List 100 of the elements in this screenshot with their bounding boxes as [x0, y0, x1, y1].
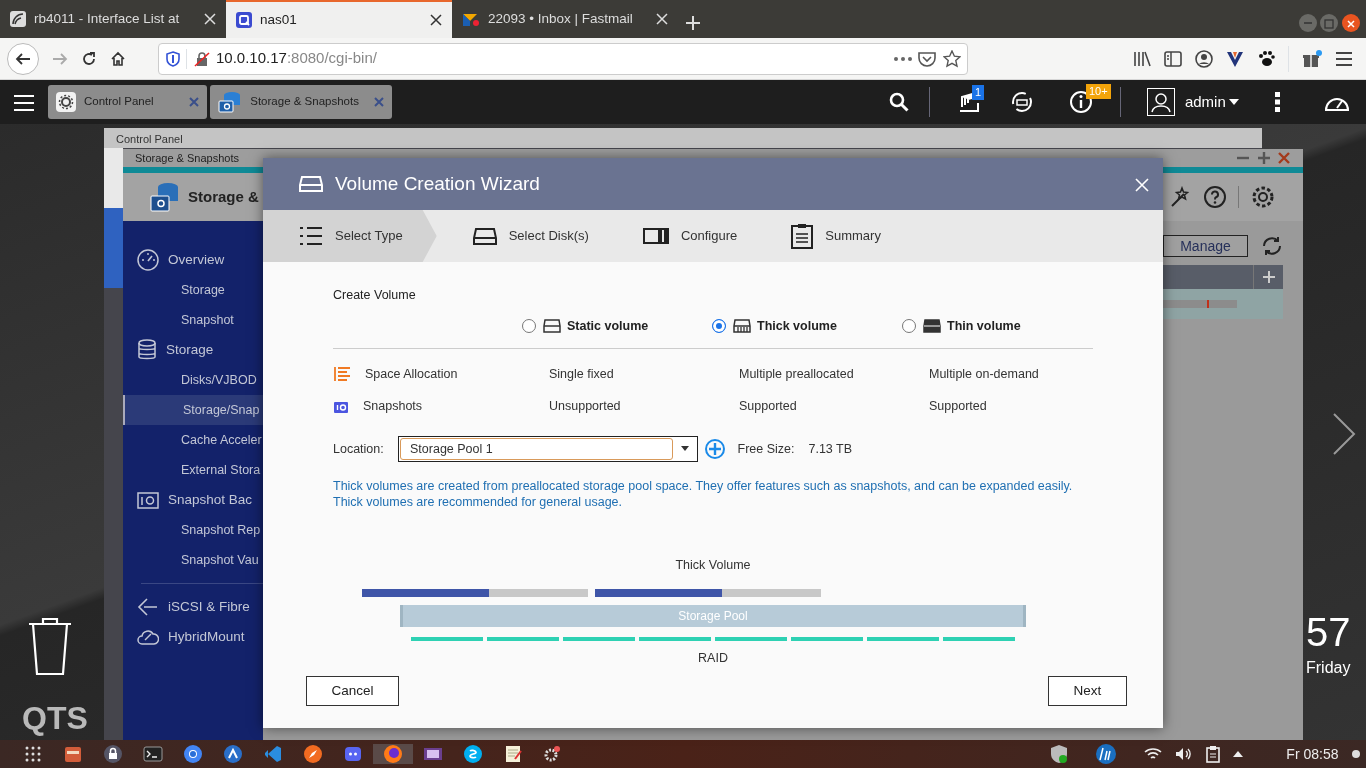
chat-icon[interactable] — [343, 744, 363, 764]
extension-logo-icon[interactable] — [1226, 49, 1244, 68]
sidebar-icon[interactable] — [1164, 50, 1182, 67]
lock-icon[interactable] — [103, 744, 123, 764]
sidebar-section[interactable]: iSCSI & Fibre — [123, 592, 263, 622]
remote-desktop-icon[interactable] — [223, 744, 243, 764]
settings-icon[interactable] — [1251, 185, 1275, 209]
sidebar-item[interactable]: Storage — [123, 275, 263, 305]
help-icon[interactable] — [1204, 186, 1226, 208]
feature-label: Snapshots — [363, 398, 423, 416]
magic-wand-icon[interactable] — [1170, 186, 1192, 208]
list-icon — [333, 365, 351, 382]
browser-tab[interactable]: rb4011 - Interface List at — [0, 0, 226, 38]
search-icon[interactable] — [888, 92, 909, 113]
caret-icon — [1229, 99, 1239, 105]
app-logo-icon — [236, 12, 252, 28]
sidebar-item[interactable]: Disks/VJBOD — [123, 365, 263, 395]
account-icon[interactable] — [1195, 49, 1213, 68]
library-icon[interactable] — [1133, 50, 1151, 67]
count-badge: 10+ — [1085, 84, 1111, 99]
panel-strip — [104, 148, 123, 208]
minimize-icon — [1304, 21, 1312, 24]
user-icon[interactable] — [1146, 88, 1175, 116]
sidebar-item[interactable]: Snapshot — [123, 305, 263, 335]
wifi-icon[interactable] — [1144, 747, 1163, 761]
app-tab[interactable]: Storage & Snapshots — [210, 85, 393, 119]
star-icon[interactable] — [942, 49, 961, 68]
power-dot-icon[interactable] — [1351, 750, 1360, 758]
code-editor-icon[interactable] — [263, 744, 283, 764]
more-icon[interactable] — [1275, 92, 1280, 113]
free-size-value: 7.13 TB — [808, 440, 853, 458]
call-icon[interactable] — [463, 744, 483, 764]
browser-icon[interactable] — [183, 744, 203, 764]
next-button[interactable]: Next — [1048, 676, 1127, 706]
sidebar-item[interactable]: External Stora — [123, 455, 263, 485]
sidebar-section[interactable]: HybridMount — [123, 622, 263, 652]
sidebar-section[interactable]: Overview — [123, 245, 263, 275]
apps-grid-icon[interactable] — [23, 744, 43, 764]
location-dropdown[interactable]: Storage Pool 1 — [398, 436, 698, 462]
user-menu[interactable]: admin — [1184, 90, 1239, 114]
radio-button[interactable] — [522, 319, 536, 334]
clipboard-icon[interactable] — [1206, 745, 1221, 763]
app-title: Storage & — [188, 186, 259, 207]
archive-icon[interactable] — [63, 744, 83, 764]
pocket-icon[interactable] — [918, 50, 936, 67]
radio-button[interactable] — [902, 319, 916, 334]
browser-tab[interactable]: 22093 • Inbox | Fastmail — [452, 0, 678, 38]
info-icon[interactable] — [1069, 91, 1092, 113]
sidebar-item[interactable]: Cache Acceler — [123, 425, 263, 455]
app-tab[interactable]: Control Panel — [48, 85, 207, 119]
feature-value: Supported — [739, 398, 798, 416]
cancel-button[interactable]: Cancel — [306, 676, 399, 706]
paw-icon[interactable] — [1257, 49, 1275, 68]
address-bar[interactable]: 10.0.10.17:8080/cgi-bin/ — [158, 42, 968, 75]
radio-label[interactable]: Static volume — [567, 316, 649, 336]
maximize-icon[interactable] — [1256, 151, 1271, 165]
terminal-icon[interactable] — [143, 744, 163, 764]
caret-up-icon[interactable] — [1233, 751, 1244, 757]
close-icon[interactable] — [430, 14, 442, 26]
radio-label[interactable]: Thick volume — [757, 316, 837, 336]
browser-tab[interactable]: nas01 — [226, 0, 452, 38]
add-icon[interactable] — [704, 439, 725, 459]
radio-button[interactable] — [712, 319, 726, 334]
sidebar-section[interactable]: Storage — [123, 335, 263, 365]
plus-icon[interactable] — [684, 14, 701, 31]
feature-value: Multiple on-demand — [929, 365, 1040, 383]
database-icon — [137, 339, 157, 361]
wizard-step: Select Disk(s) — [436, 210, 607, 262]
feature-label: Space Allocation — [365, 365, 458, 383]
printer-logo-icon[interactable] — [1095, 743, 1118, 765]
notepad-icon[interactable] — [503, 744, 523, 764]
menu-icon[interactable] — [1335, 51, 1353, 66]
envelope-icon — [462, 11, 480, 27]
trash-icon[interactable] — [27, 616, 73, 676]
clipboard-icon — [791, 223, 814, 249]
section-heading: Create Volume — [333, 287, 417, 304]
sidebar-item[interactable]: Storage/Snap — [123, 395, 263, 425]
compass-icon[interactable] — [303, 744, 323, 764]
radio-label[interactable]: Thin volume — [947, 316, 1021, 336]
shield-icon[interactable] — [1050, 744, 1069, 764]
sidebar-item[interactable]: Snapshot Rep — [123, 515, 263, 545]
reload-icon[interactable] — [80, 50, 97, 67]
volume-icon[interactable] — [1175, 747, 1194, 761]
sidebar-section[interactable]: Snapshot Bac — [123, 485, 263, 515]
gears-icon[interactable] — [543, 744, 563, 764]
hard-drive-icon — [732, 318, 751, 335]
feature-value: Unsupported — [549, 398, 622, 416]
manage-button[interactable]: Manage — [1163, 235, 1248, 257]
home-icon[interactable] — [109, 50, 126, 67]
clock[interactable]: Fr 08:58 — [1286, 743, 1339, 765]
back-button[interactable] — [6, 42, 39, 75]
sidebar-item[interactable]: Snapshot Vau — [123, 545, 263, 575]
sync-icon[interactable] — [1009, 90, 1034, 114]
gift-icon[interactable] — [1302, 49, 1322, 68]
plus-icon[interactable] — [1261, 270, 1276, 284]
refresh-icon[interactable] — [1261, 235, 1283, 257]
close-button[interactable] — [1341, 13, 1360, 32]
globe-icon[interactable] — [383, 744, 403, 764]
gauge-icon — [137, 249, 159, 271]
cloud-icon — [137, 628, 159, 646]
